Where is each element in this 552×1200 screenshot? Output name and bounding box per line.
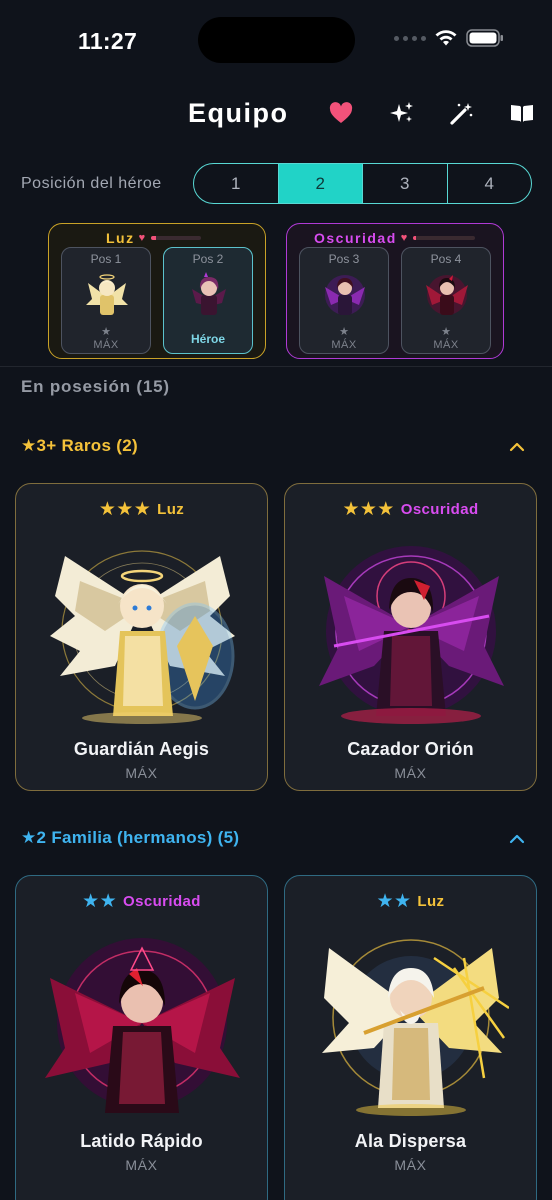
rarity-stars: ★★★ (342, 499, 395, 520)
hero-portrait (86, 274, 128, 315)
team-slot-pos-3[interactable]: Pos 3 ★ MÁX (299, 247, 389, 354)
element-label: Oscuridad (123, 893, 201, 910)
battery-icon (466, 29, 503, 47)
book-icon[interactable] (509, 100, 535, 126)
rarity-stars: ★★ (82, 891, 118, 912)
heart-icon: ♥ (400, 232, 409, 244)
dynamic-island (198, 17, 355, 63)
slot-label: Pos 4 (430, 252, 462, 266)
status-bar: 11:27 (0, 0, 552, 84)
hero-portrait (192, 272, 226, 315)
hero-name: Latido Rápido (80, 1131, 203, 1151)
team-header: Oscuridad ♥ (314, 230, 475, 246)
cellular-signal-icon (394, 35, 426, 41)
hero-card-cazador-orion[interactable]: ★★★ Oscuridad Cazador Orión MÁX (284, 483, 537, 791)
affinity-bar-fill (412, 236, 416, 240)
slot-label: Pos 2 (192, 252, 224, 266)
hero-artwork (50, 550, 235, 724)
page-title: Equipo (188, 98, 289, 128)
hero-card-latido-rapido[interactable]: ★★ Oscuridad Latido Rápido MÁX (15, 875, 268, 1200)
heart-icon[interactable] (328, 100, 354, 126)
sparkles-icon[interactable] (389, 100, 415, 126)
hero-name: Guardián Aegis (73, 739, 210, 759)
rarity-star-icon: ★ (441, 326, 451, 338)
divider (0, 366, 552, 367)
team-header: Luz ♥ (106, 230, 201, 246)
team-slot-pos-4[interactable]: Pos 4 ★ MÁX (401, 247, 491, 354)
rarity-stars: ★★ (376, 891, 412, 912)
rarity-stars: ★★★ (98, 499, 152, 520)
team-group-dark: Oscuridad ♥ Pos 3 ★ MÁX Pos 4 ★ MÁX (286, 223, 504, 359)
owned-count-label: En posesión (15) (21, 377, 170, 396)
status-time: 11:27 (78, 28, 138, 54)
affinity-bar (412, 236, 475, 240)
hero-level: MÁX (125, 765, 158, 781)
hero-portrait (426, 275, 468, 315)
section-title: ★3+ Raros (2) (21, 436, 138, 455)
hero-card-ala-dispersa[interactable]: ★★ Luz Ala Dispersa MÁX (284, 875, 537, 1200)
section-header-rare[interactable]: ★3+ Raros (2) (21, 434, 531, 460)
hero-name: Cazador Orión (347, 739, 474, 759)
slot-label: Pos 3 (328, 252, 360, 266)
affinity-bar-fill (150, 236, 156, 240)
header: Equipo (0, 88, 552, 140)
card-rarity: ★★ Luz (285, 890, 536, 913)
team-slot-pos-1[interactable]: Pos 1 ★ MÁX (61, 247, 151, 354)
hero-position-label: Posición del héroe (21, 175, 162, 192)
position-option-2[interactable]: 2 (278, 164, 363, 203)
status-icons (394, 29, 504, 47)
card-rarity: ★★★ Oscuridad (285, 498, 536, 521)
rarity-star-icon: ★ (339, 326, 349, 338)
rarity-star-icon: ★ (101, 326, 111, 338)
hero-position-row: Posición del héroe 1 2 3 4 (0, 162, 552, 206)
position-option-3[interactable]: 3 (363, 164, 448, 203)
element-label: Oscuridad (400, 501, 479, 518)
card-rarity: ★★★ Luz (16, 498, 267, 521)
chevron-up-icon[interactable] (507, 829, 527, 849)
magic-wand-icon[interactable] (449, 100, 475, 126)
hero-position-selector: 1 2 3 4 (193, 163, 532, 204)
hero-level: MÁX (394, 765, 427, 781)
slot-level: MÁX (331, 339, 357, 351)
team-name: Oscuridad (314, 230, 397, 246)
hero-artwork (319, 546, 504, 724)
hero-name: Ala Dispersa (354, 1131, 467, 1151)
element-label: Luz (417, 893, 445, 910)
hero-level: MÁX (394, 1157, 427, 1173)
affinity-bar (150, 236, 201, 240)
chevron-up-icon[interactable] (507, 437, 527, 457)
team-name: Luz (106, 230, 135, 246)
card-rarity: ★★ Oscuridad (16, 890, 267, 913)
hero-level: MÁX (125, 1157, 158, 1173)
position-option-1[interactable]: 1 (194, 164, 279, 203)
team-group-light: Luz ♥ Pos 1 ★ MÁX Pos 2 Héroe (48, 223, 266, 359)
wifi-icon (435, 30, 457, 46)
element-label: Luz (157, 501, 185, 518)
section-title: ★2 Familia (hermanos) (5) (21, 828, 240, 847)
hero-slot-tag: Héroe (190, 332, 225, 346)
position-option-4[interactable]: 4 (448, 164, 532, 203)
slot-level: MÁX (433, 339, 459, 351)
team-slot-pos-2[interactable]: Pos 2 Héroe (163, 247, 253, 354)
hero-artwork (45, 938, 240, 1113)
slot-level: MÁX (93, 339, 119, 351)
heart-icon: ♥ (138, 232, 147, 244)
hero-card-guardian-aegis[interactable]: ★★★ Luz Guardián Aegis MÁX (15, 483, 268, 791)
hero-portrait (325, 275, 365, 315)
hero-artwork (322, 939, 509, 1116)
slot-label: Pos 1 (90, 252, 122, 266)
section-header-family[interactable]: ★2 Familia (hermanos) (5) (21, 826, 531, 852)
